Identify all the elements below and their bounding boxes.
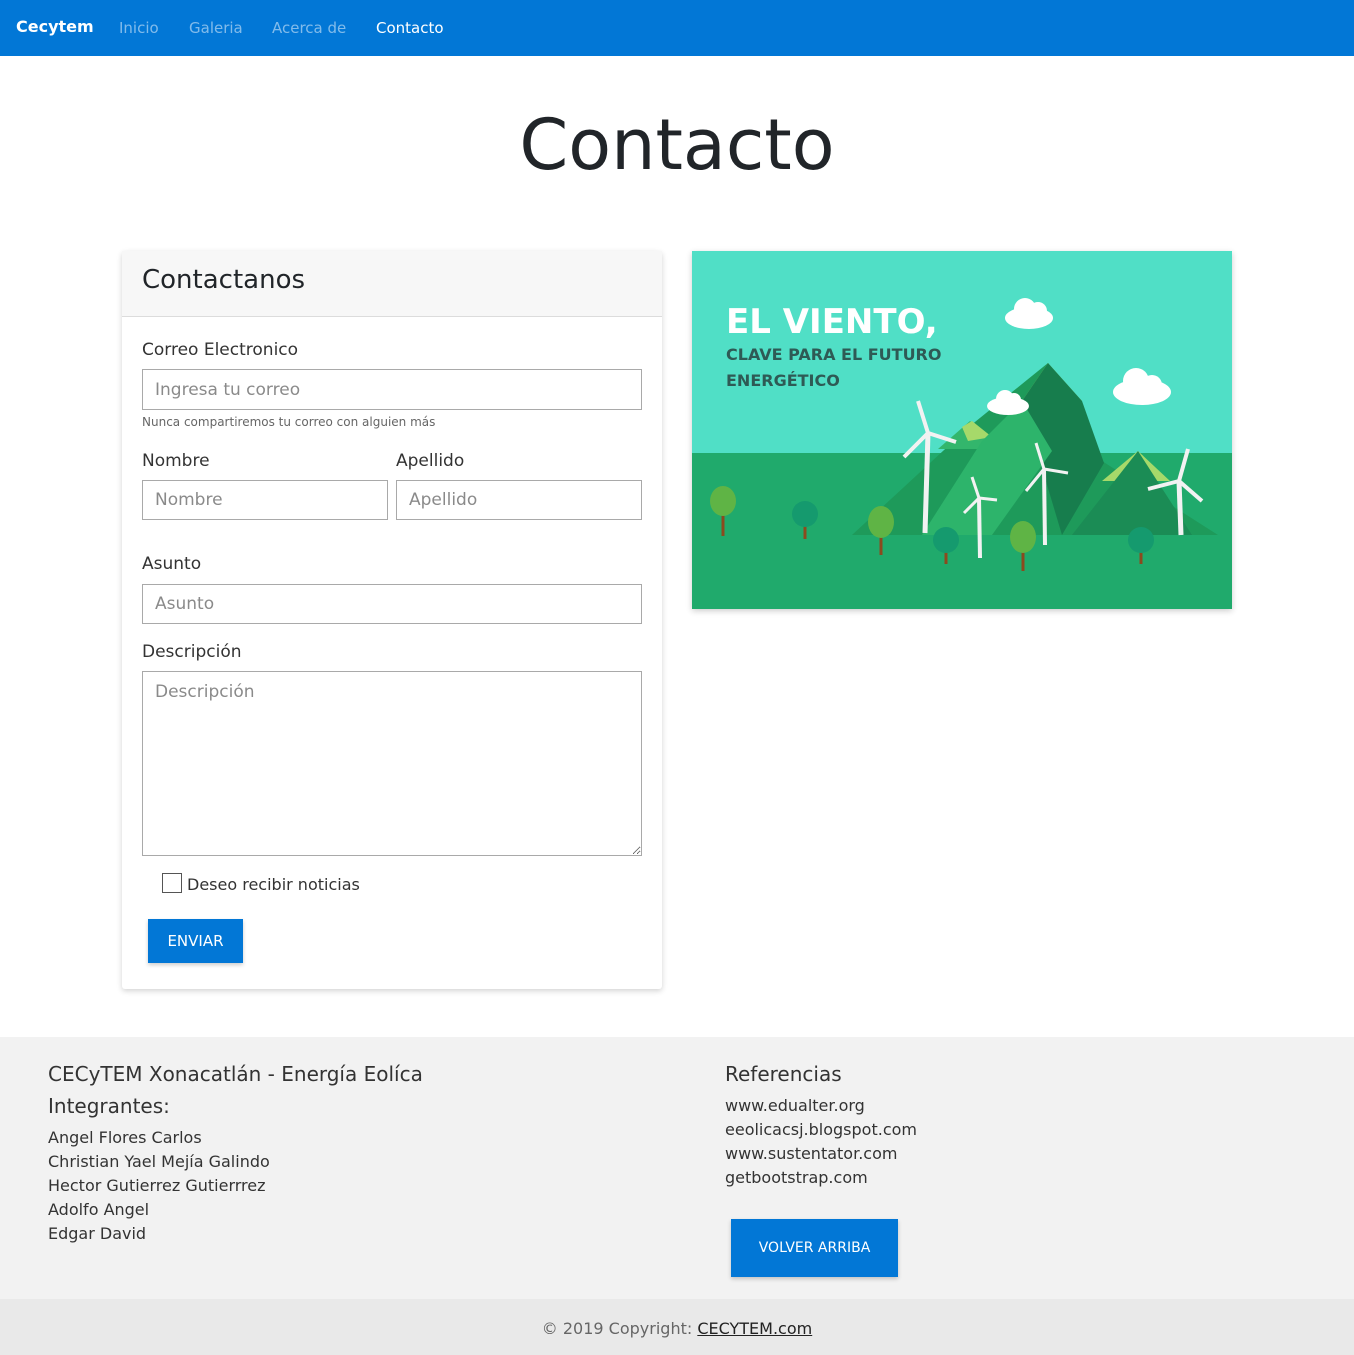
back-to-top-button[interactable]: VOLVER ARRIBA bbox=[731, 1219, 898, 1277]
navbar: Cecytem Inicio Galeria Acerca de Contact… bbox=[0, 0, 1354, 56]
apellido-input[interactable] bbox=[396, 480, 642, 520]
nav-link-galeria[interactable]: Galeria bbox=[189, 19, 243, 37]
copyright-link[interactable]: CECYTEM.com bbox=[697, 1319, 812, 1338]
footer-members-title: Integrantes: bbox=[48, 1094, 170, 1118]
ref-link[interactable]: eeolicacsj.blogspot.com bbox=[725, 1120, 917, 1139]
copyright-bar: © 2019 Copyright: CECYTEM.com bbox=[0, 1299, 1354, 1355]
nav-link-inicio[interactable]: Inicio bbox=[119, 19, 159, 37]
descripcion-textarea[interactable] bbox=[142, 671, 642, 856]
newsletter-label[interactable]: Deseo recibir noticias bbox=[187, 875, 360, 894]
member-item: Hector Gutierrez Gutierrrez bbox=[48, 1176, 266, 1195]
email-label: Correo Electronico bbox=[142, 340, 299, 360]
illustration-subline-2: ENERGÉTICO bbox=[726, 371, 840, 390]
brand-logo[interactable]: Cecytem bbox=[16, 17, 94, 36]
ref-link[interactable]: www.edualter.org bbox=[725, 1096, 865, 1115]
wind-energy-illustration: EL VIENTO, CLAVE PARA EL FUTURO ENERGÉTI… bbox=[692, 251, 1232, 609]
member-item: Christian Yael Mejía Galindo bbox=[48, 1152, 270, 1171]
descripcion-label: Descripción bbox=[142, 642, 242, 662]
member-item: Edgar David bbox=[48, 1224, 147, 1243]
asunto-input[interactable] bbox=[142, 584, 642, 624]
illustration-subline-1: CLAVE PARA EL FUTURO bbox=[726, 345, 941, 364]
nombre-label: Nombre bbox=[142, 451, 210, 471]
email-input[interactable] bbox=[142, 369, 642, 410]
apellido-label: Apellido bbox=[396, 451, 465, 471]
nav-link-acerca[interactable]: Acerca de bbox=[272, 19, 346, 37]
nombre-input[interactable] bbox=[142, 480, 388, 520]
member-item: Adolfo Angel bbox=[48, 1200, 150, 1219]
card-header: Contactanos bbox=[122, 251, 662, 317]
submit-button[interactable]: ENVIAR bbox=[148, 919, 243, 963]
copyright-text: © 2019 Copyright: bbox=[541, 1319, 698, 1338]
illustration-headline: EL VIENTO, bbox=[726, 302, 938, 342]
member-item: Angel Flores Carlos bbox=[48, 1128, 202, 1147]
email-help-text: Nunca compartiremos tu correo con alguie… bbox=[142, 415, 436, 429]
footer-refs-title: Referencias bbox=[725, 1062, 842, 1086]
footer-school-title: CECyTEM Xonacatlán - Energía Eolíca bbox=[48, 1062, 423, 1086]
ref-link[interactable]: getbootstrap.com bbox=[725, 1168, 868, 1187]
contact-form-card: Contactanos Correo Electronico Nunca com… bbox=[122, 251, 662, 989]
footer: CECyTEM Xonacatlán - Energía Eolíca Inte… bbox=[0, 1037, 1354, 1299]
page-title: Contacto bbox=[519, 104, 835, 186]
asunto-label: Asunto bbox=[142, 554, 202, 574]
ref-link[interactable]: www.sustentator.com bbox=[725, 1144, 897, 1163]
card-title: Contactanos bbox=[142, 265, 306, 295]
nav-link-contacto[interactable]: Contacto bbox=[376, 19, 444, 37]
newsletter-checkbox[interactable] bbox=[162, 873, 182, 893]
